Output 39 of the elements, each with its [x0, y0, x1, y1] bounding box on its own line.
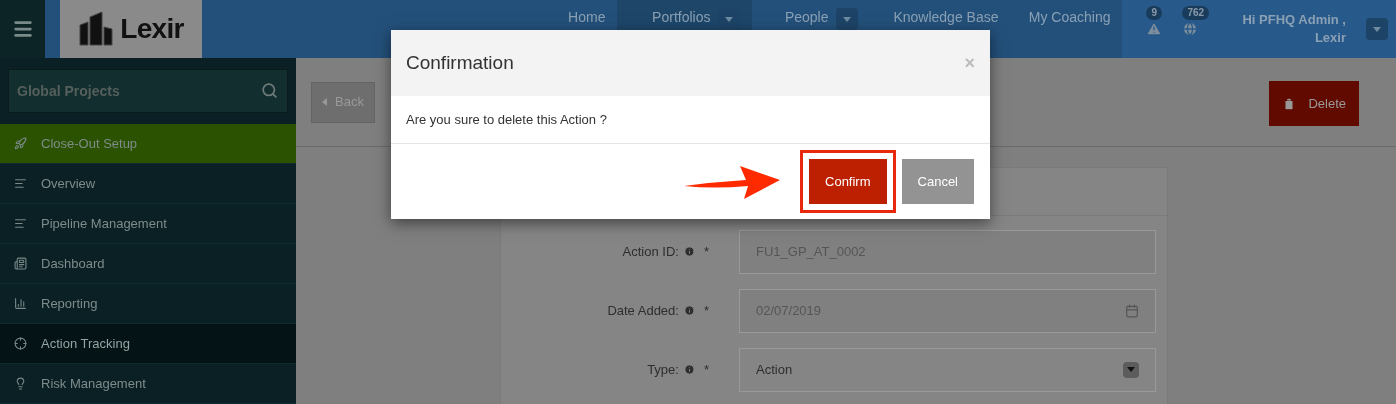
rocket-icon [14, 137, 27, 150]
sidebar-item[interactable]: Action Tracking [0, 324, 296, 364]
warning-icon[interactable] [1146, 21, 1163, 37]
cancel-button[interactable]: Cancel [901, 159, 974, 204]
lines-icon [14, 177, 27, 190]
select-field[interactable]: Action [739, 347, 1156, 392]
search-field[interactable]: Global Projects [8, 69, 288, 113]
field-label: Action ID: [622, 242, 679, 261]
field-label: Type: [647, 360, 679, 379]
logo-text: Lexir [120, 12, 184, 46]
required-mark: * [703, 301, 709, 320]
newspaper-icon [14, 257, 27, 270]
required-mark: * [703, 242, 709, 261]
menu-icon[interactable] [11, 18, 34, 40]
lines-icon [14, 217, 27, 230]
dropdown-caret[interactable] [1123, 361, 1139, 378]
crosshair-icon [14, 337, 27, 350]
confirm-button[interactable]: Confirm [809, 159, 887, 204]
info-icon[interactable] [683, 246, 695, 257]
search-icon[interactable] [261, 82, 278, 99]
info-icon[interactable] [683, 305, 695, 316]
field-label: Date Added: [607, 301, 679, 320]
user-greeting: Hi PFHQ Admin , [1242, 11, 1346, 29]
user-menu-caret[interactable] [1366, 18, 1388, 40]
calendar-icon[interactable] [1125, 303, 1139, 318]
count-badge: 762 [1182, 6, 1210, 20]
sidebar-item[interactable]: Close-Out Setup [0, 124, 296, 164]
bar-chart-icon [14, 297, 27, 310]
nav-dropdown-caret[interactable] [836, 8, 859, 30]
globe-icon[interactable] [1182, 21, 1199, 37]
count-badge: 9 [1146, 6, 1163, 20]
required-mark: * [703, 360, 709, 379]
lightbulb-icon [14, 377, 27, 390]
dialog-title: Confirmation [406, 50, 514, 75]
dialog-message: Are you sure to delete this Action ? [406, 110, 607, 129]
delete-button[interactable]: Delete [1269, 81, 1359, 126]
info-icon[interactable] [683, 364, 695, 375]
caret-left-icon [322, 98, 327, 106]
user-name: Lexir [1314, 29, 1346, 47]
